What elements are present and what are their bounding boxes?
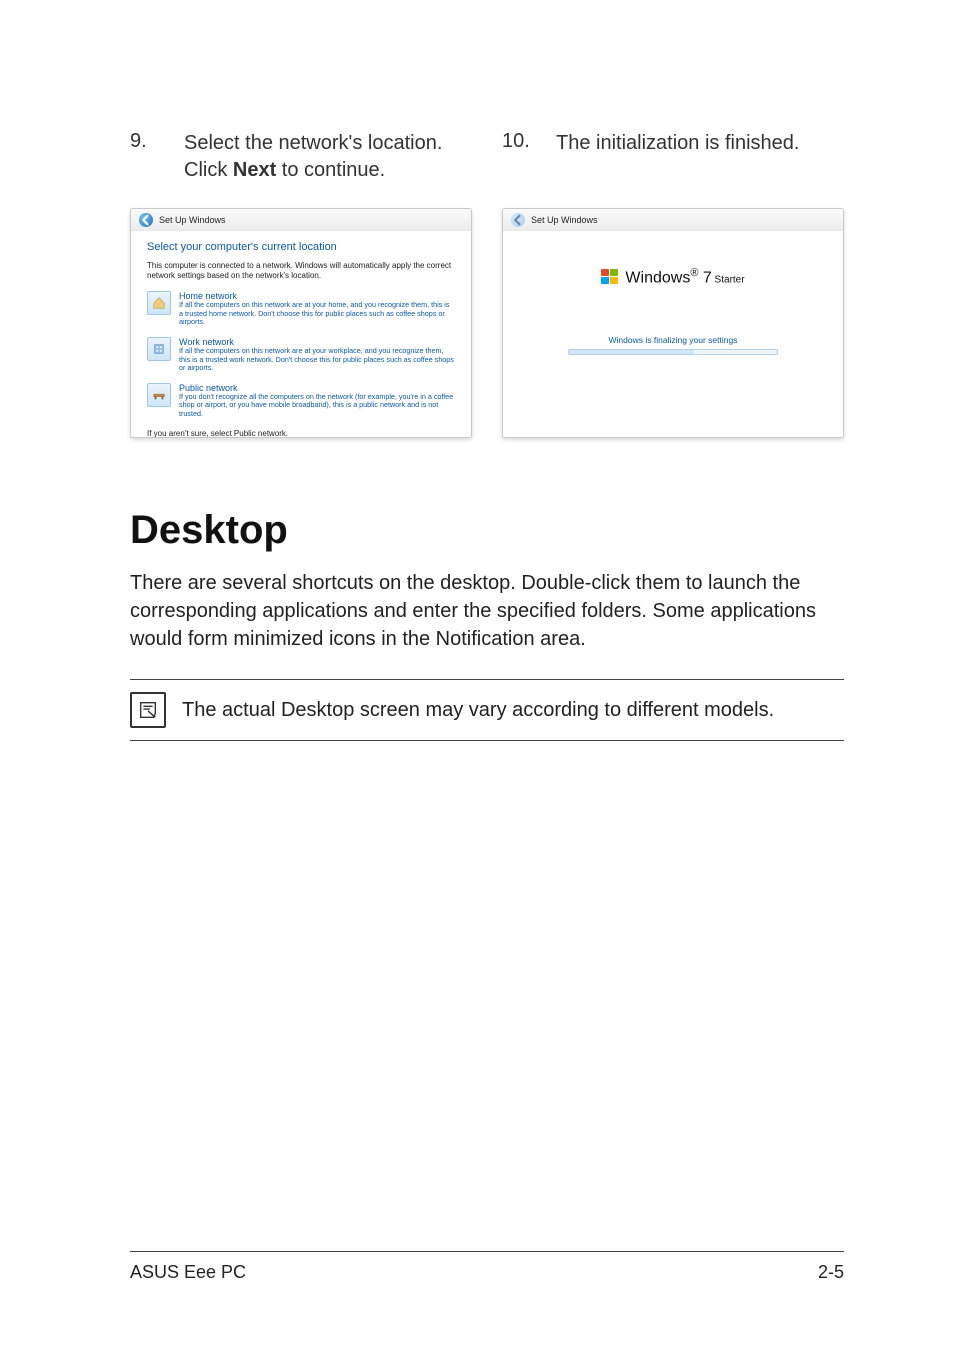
option-desc: If all the computers on this network are…: [179, 301, 455, 327]
section-paragraph: There are several shortcuts on the deskt…: [130, 569, 844, 653]
progress-bar: [568, 349, 778, 355]
option-text: Home network If all the computers on thi…: [179, 291, 455, 327]
windows-logo: Windows® 7 Starter: [601, 267, 744, 287]
brand-b: 7: [703, 269, 712, 286]
note-icon: [130, 692, 166, 728]
dialog-heading: Select your computer's current location: [147, 241, 455, 253]
option-home-network[interactable]: Home network If all the computers on thi…: [147, 291, 455, 327]
dialog-body: Select your computer's current location …: [131, 231, 471, 438]
brand-a: Windows: [625, 269, 690, 286]
footer-left: ASUS Eee PC: [130, 1262, 246, 1283]
option-work-network[interactable]: Work network If all the computers on thi…: [147, 337, 455, 373]
screenshots-row: Set Up Windows Select your computer's cu…: [130, 208, 844, 438]
step-text: Select the network's location. Click Nex…: [184, 130, 472, 184]
note-callout: The actual Desktop screen may vary accor…: [130, 679, 844, 741]
window-title: Set Up Windows: [159, 215, 226, 225]
option-text: Public network If you don't recognize al…: [179, 383, 455, 419]
back-icon: [139, 213, 153, 227]
page-content: 9. Select the network's location. Click …: [0, 0, 954, 741]
step-10: 10. The initialization is finished.: [502, 130, 844, 184]
windows-brand-text: Windows® 7 Starter: [625, 267, 744, 287]
home-icon: [147, 291, 171, 315]
step-9: 9. Select the network's location. Click …: [130, 130, 472, 184]
dialog-footer-note: If you aren't sure, select Public networ…: [147, 429, 455, 438]
window-titlebar: Set Up Windows: [503, 209, 843, 231]
status-text: Windows is finalizing your settings: [503, 335, 843, 345]
screenshot-network-location: Set Up Windows Select your computer's cu…: [130, 208, 472, 438]
section-heading: Desktop: [130, 508, 844, 553]
step-number: 9.: [130, 130, 184, 184]
dialog-body: Windows® 7 Starter Windows is finalizing…: [503, 231, 843, 355]
footer-right: 2-5: [818, 1262, 844, 1283]
bench-icon: [147, 383, 171, 407]
back-icon: [511, 213, 525, 227]
step-bold: Next: [233, 159, 276, 181]
screenshot-finalizing: Set Up Windows Windows® 7 Starter Window…: [502, 208, 844, 438]
window-title: Set Up Windows: [531, 215, 598, 225]
note-text: The actual Desktop screen may vary accor…: [182, 696, 774, 724]
page-footer: ASUS Eee PC 2-5: [130, 1251, 844, 1283]
windows-flag-icon: [601, 269, 619, 285]
window-titlebar: Set Up Windows: [131, 209, 471, 231]
dialog-note: This computer is connected to a network.…: [147, 261, 455, 281]
option-desc: If all the computers on this network are…: [179, 347, 455, 373]
option-text: Work network If all the computers on thi…: [179, 337, 455, 373]
step-text: The initialization is finished.: [556, 130, 799, 184]
step-text-b: to continue.: [276, 159, 385, 181]
steps-row: 9. Select the network's location. Click …: [130, 130, 844, 184]
option-public-network[interactable]: Public network If you don't recognize al…: [147, 383, 455, 419]
office-icon: [147, 337, 171, 361]
brand-c: Starter: [712, 274, 745, 285]
option-desc: If you don't recognize all the computers…: [179, 393, 455, 419]
step-number: 10.: [502, 130, 556, 184]
